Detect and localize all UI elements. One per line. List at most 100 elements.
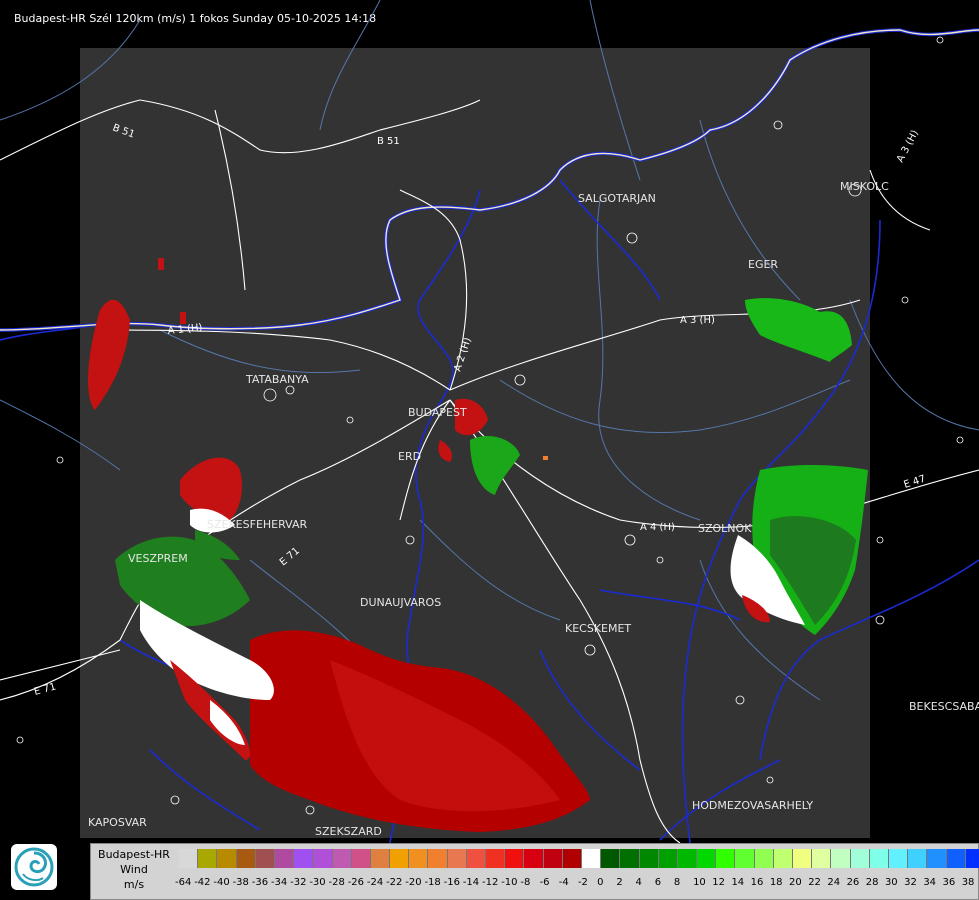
legend-swatch — [313, 849, 333, 868]
legend-tick-label: 24 — [827, 877, 841, 888]
legend-tick-label: -12 — [482, 877, 499, 888]
legend-tick-label: 26 — [846, 877, 860, 888]
place-label: SZEKESFEHERVAR — [207, 518, 308, 531]
legend-swatch — [601, 849, 621, 868]
legend-tick-label: -26 — [347, 877, 365, 888]
legend-swatch — [812, 849, 832, 868]
place-label: BUDAPEST — [408, 406, 467, 419]
legend-swatch — [543, 849, 563, 868]
legend-swatch — [370, 849, 391, 868]
legend-swatch — [524, 849, 544, 868]
legend-swatch — [505, 849, 525, 868]
road-label: E 71 — [33, 682, 57, 698]
legend-swatch — [793, 849, 813, 868]
legend-swatch — [773, 849, 793, 868]
legend-tick-label: 14 — [731, 877, 745, 888]
legend-swatch — [332, 849, 352, 868]
legend-tick-label: -22 — [386, 877, 403, 888]
legend-tick-label: 32 — [904, 877, 917, 888]
legend-swatch — [754, 849, 774, 868]
legend-swatch — [697, 849, 717, 868]
place-label: DUNAUJVAROS — [360, 596, 441, 609]
legend-tick-label: 28 — [865, 877, 879, 888]
place-label: TATABANYA — [245, 373, 309, 386]
legend-swatch — [581, 849, 602, 868]
legend-swatch — [908, 849, 928, 868]
legend-swatch — [850, 849, 870, 868]
legend-swatch — [486, 849, 506, 868]
color-legend: Budapest-HR Wind m/s -64 -42 -40 -38 -36 -34-… — [90, 843, 979, 900]
place-label: VESZPREM — [128, 552, 188, 565]
legend-swatch — [639, 849, 659, 868]
legend-tick-label: -42 — [194, 877, 211, 888]
legend-swatch — [236, 849, 256, 868]
legend-tick-label: -38 — [232, 877, 249, 888]
legend-tick-label: -10 — [501, 877, 518, 888]
swirl-icon — [14, 847, 54, 887]
legend-swatch — [716, 849, 736, 868]
legend-tick-label: 4 — [635, 877, 642, 888]
place-label: ERD — [398, 450, 421, 463]
legend-tick-label: 20 — [789, 877, 802, 888]
legend-swatch — [466, 849, 486, 868]
legend-swatch — [351, 849, 371, 868]
legend-title-unit: m/s — [123, 878, 145, 891]
legend-swatch — [869, 849, 889, 868]
legend-swatch — [409, 849, 429, 868]
place-label: SZOLNOK — [698, 522, 752, 535]
legend-tick-label: -20 — [405, 877, 422, 888]
place-label: KECSKEMET — [565, 622, 631, 635]
legend-tick-label: -18 — [424, 877, 441, 888]
legend-swatch — [217, 849, 237, 868]
legend-swatch — [620, 849, 640, 868]
legend-swatch — [198, 849, 218, 868]
road-label: B 51 — [377, 136, 400, 147]
legend-tick-label: 34 — [923, 877, 937, 888]
legend-tick-label: 0 — [597, 877, 604, 888]
legend-tick-label: -16 — [443, 877, 460, 888]
legend-swatch — [965, 849, 979, 868]
place-label: MISKOLC — [840, 180, 889, 193]
legend-swatch — [562, 849, 582, 868]
road-label: A 4 (H) — [640, 522, 675, 533]
legend-tick-label: -64 — [175, 877, 192, 888]
legend-swatches — [179, 849, 979, 868]
legend-swatch — [677, 849, 698, 868]
legend-tick-label: 10 — [693, 877, 706, 888]
legend-tick-label: -14 — [462, 877, 480, 888]
legend-ticks: -64 -42 -40 -38 -36 -34 -32 -30 -28 -26 -24 -22 -20-… — [175, 877, 979, 888]
legend-swatch — [390, 849, 410, 868]
legend-tick-label: 8 — [673, 877, 681, 888]
radar-map[interactable]: SALGOTARJAN EGER MISKOLC TATABANYA BUDAP… — [0, 0, 979, 843]
place-label: HODMEZOVASARHELY — [692, 799, 813, 812]
legend-swatch — [447, 849, 467, 868]
legend-tick-label: 12 — [712, 877, 725, 888]
legend-title-radar: Budapest-HR — [98, 848, 170, 861]
legend-swatch — [255, 849, 275, 868]
place-label: BEKESCSABA — [909, 700, 979, 713]
legend-tick-label: 38 — [961, 877, 975, 888]
road-label: A 3 (H) — [680, 315, 715, 326]
legend-tick-label: -2 — [577, 877, 588, 888]
place-label: SZEKSZARD — [315, 825, 382, 838]
legend-swatch — [946, 849, 966, 868]
road-label: A 3 (H) — [895, 128, 921, 164]
legend-tick-label: -24 — [366, 877, 384, 888]
legend-tick-label: 2 — [616, 877, 623, 888]
legend-tick-label: -40 — [213, 877, 230, 888]
place-label: SALGOTARJAN — [578, 192, 656, 205]
legend-tick-label: -28 — [328, 877, 345, 888]
legend-swatch — [831, 849, 851, 868]
legend-swatch — [274, 849, 295, 868]
legend-tick-label: 30 — [884, 877, 898, 888]
legend-title-product: Wind — [120, 863, 148, 876]
legend-swatch — [428, 849, 448, 868]
legend-swatch — [735, 849, 755, 868]
omsz-logo — [11, 844, 57, 890]
legend-title: Budapest-HR Wind m/s — [91, 847, 177, 892]
legend-tick-label: 6 — [654, 877, 662, 888]
legend-tick-label: -32 — [290, 877, 307, 888]
place-label: EGER — [748, 258, 778, 271]
legend-tick-label: 22 — [808, 877, 821, 888]
legend-tick-label: -4 — [558, 877, 569, 888]
